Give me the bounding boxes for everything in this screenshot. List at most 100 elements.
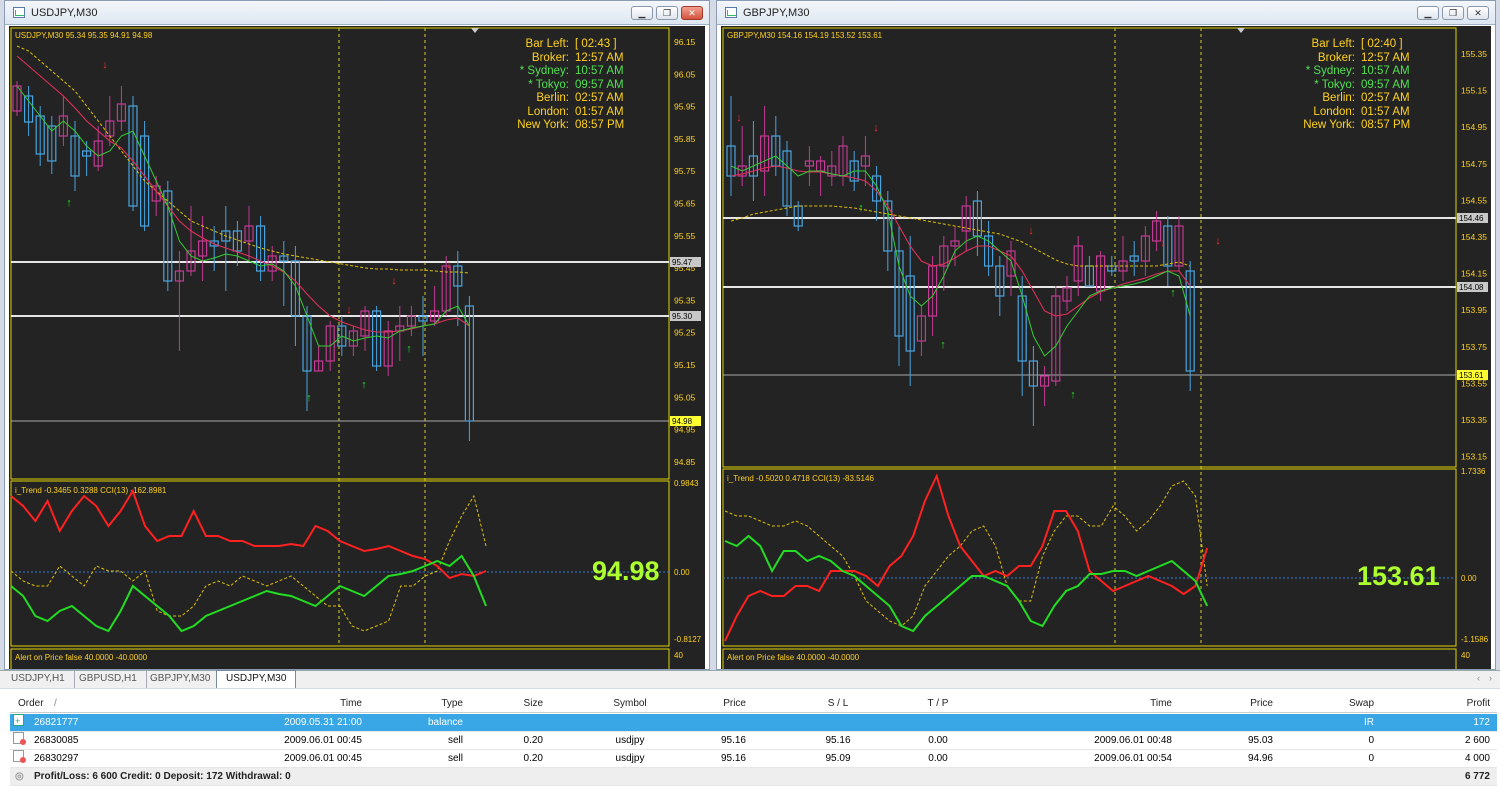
minimize-icon[interactable]: ▁	[631, 6, 653, 20]
clock-row: London: 01:57 AM	[1261, 106, 1425, 120]
clock-row: New York: 08:57 PM	[1261, 119, 1425, 133]
tab-usdjpy-m30[interactable]: USDJPY,M30	[216, 670, 297, 688]
table-cell: 26821777	[34, 717, 79, 728]
clock-row: Berlin: 02:57 AM	[475, 92, 639, 106]
chart-window-usdjpy[interactable]: USDJPY,M30 ▁ ❐ ✕ USDJPY,M30 95.34 95.35 …	[4, 0, 710, 670]
cci-line	[10, 494, 487, 632]
tab-gbpjpy-m30[interactable]: GBPJPY,M30	[141, 671, 221, 688]
up-arrow-icon: ↑	[1170, 287, 1176, 299]
col-tp[interactable]: T / P	[910, 695, 966, 713]
price-axis-label: 95.75	[674, 166, 696, 176]
ma-fast-line	[730, 155, 1191, 357]
table-cell: 0	[1368, 753, 1374, 764]
col-order[interactable]: Order	[18, 695, 44, 713]
clock-row: Bar Left: [ 02:40 ]	[1261, 38, 1425, 52]
tab-scroll-left-icon[interactable]: ‹	[1477, 673, 1480, 683]
restore-icon[interactable]: ❐	[656, 6, 678, 20]
table-cell: 2009.06.01 00:45	[284, 753, 362, 764]
clock-value: 12:57 AM	[575, 51, 624, 64]
minimize-icon[interactable]: ▁	[1417, 6, 1439, 20]
col-close-time[interactable]: Time	[1070, 695, 1172, 713]
clock-label: Bar Left:	[1311, 38, 1355, 50]
trend-red-line	[10, 488, 487, 580]
up-arrow-icon: ↑	[406, 343, 412, 355]
clock-value: 09:57 AM	[575, 78, 624, 91]
tab-usdjpy-h1[interactable]: USDJPY,H1	[2, 671, 75, 688]
indicator-axis-label: 1.7336	[1461, 467, 1486, 476]
table-row[interactable]: +26821777 2009.05.31 21:00 balance IR 172	[10, 714, 1497, 732]
clock-label: Berlin:	[1322, 92, 1355, 104]
col-size[interactable]: Size	[490, 695, 543, 713]
clock-value: 08:57 PM	[575, 119, 625, 131]
clock-row: * Sydney: 10:57 AM	[1261, 65, 1425, 79]
window-titlebar[interactable]: USDJPY,M30 ▁ ❐ ✕	[5, 1, 709, 25]
price-axis-label: 95.35	[674, 295, 696, 305]
ma-slow-line	[730, 165, 1191, 317]
chart-window-gbpjpy[interactable]: GBPJPY,M30 ▁ ❐ ✕ GBPJPY,M30 154.16 154.1…	[716, 0, 1496, 670]
price-axis-label: 95.85	[674, 134, 696, 144]
close-icon[interactable]: ✕	[1467, 6, 1489, 20]
table-row[interactable]: 26830297 2009.06.01 00:45 sell 0.20 usdjpy 95…	[10, 750, 1497, 768]
restore-icon[interactable]: ❐	[1442, 6, 1464, 20]
shift-marker	[1237, 28, 1245, 33]
col-type[interactable]: Type	[400, 695, 463, 713]
price-axis-label: 153.15	[1461, 452, 1487, 462]
table-cell: 0	[1368, 735, 1374, 746]
close-icon[interactable]: ✕	[681, 6, 703, 20]
clock-label: * Tokyo:	[528, 78, 569, 91]
clock-label: * Sydney:	[1305, 65, 1355, 77]
alert-label: Alert on Price false 40.0000 -40.0000	[15, 653, 148, 662]
down-arrow-icon: ↓	[736, 112, 742, 124]
ma-slow-line	[16, 55, 470, 333]
up-arrow-icon: ↑	[66, 197, 72, 209]
sort-icon: /	[54, 698, 57, 709]
chart-window-icon	[725, 7, 737, 18]
chart-header: GBPJPY,M30 154.16 154.19 153.52 153.61	[727, 31, 883, 40]
col-profit[interactable]: Profit	[1430, 695, 1490, 713]
clock-label: New York:	[1303, 119, 1355, 131]
up-arrow-icon: ↑	[1070, 389, 1076, 401]
price-axis-label: 96.05	[674, 69, 696, 79]
price-axis-label: 94.95	[674, 425, 696, 435]
price-chart[interactable]: USDJPY,M30 95.34 95.35 94.91 94.98 96.15 9…	[9, 26, 705, 669]
col-time[interactable]: Time	[260, 695, 362, 713]
trend-red-line	[724, 473, 1209, 642]
col-sl[interactable]: S / L	[810, 695, 866, 713]
table-cell: 95.03	[1247, 735, 1273, 746]
col-price[interactable]: Price	[700, 695, 746, 713]
table-cell: 2 600	[1464, 735, 1490, 746]
price-axis-label: 96.15	[674, 37, 696, 47]
clock-value: 10:57 AM	[1361, 65, 1410, 77]
table-cell: usdjpy	[615, 735, 645, 746]
price-axis-label: 155.15	[1461, 86, 1487, 96]
trend-green-line	[10, 554, 487, 633]
col-symbol[interactable]: Symbol	[590, 695, 670, 713]
down-arrow-icon: ↓	[446, 259, 452, 271]
chart-header: USDJPY,M30 95.34 95.35 94.91 94.98	[15, 31, 153, 40]
big-price: 153.61	[1357, 561, 1440, 591]
indicator-pane-border	[722, 468, 1457, 647]
tab-scroll-right-icon[interactable]: ›	[1489, 673, 1492, 683]
down-arrow-icon: ↓	[391, 275, 397, 287]
table-cell: 95.16	[720, 735, 746, 746]
down-arrow-icon: ↓	[346, 304, 352, 316]
up-arrow-icon: ↑	[306, 392, 312, 404]
window-titlebar[interactable]: GBPJPY,M30 ▁ ❐ ✕	[717, 1, 1495, 25]
clock-row: * Sydney: 10:57 AM	[475, 65, 639, 79]
price-axis-label: 95.55	[674, 231, 696, 241]
price-axis-label: 94.85	[674, 457, 696, 467]
price-axis-label: 95.15	[674, 360, 696, 370]
table-row[interactable]: 26830085 2009.06.01 00:45 sell 0.20 usdjpy 95…	[10, 732, 1497, 750]
tab-gbpusd-h1[interactable]: GBPUSD,H1	[70, 671, 147, 688]
col-close-price[interactable]: Price	[1220, 695, 1273, 713]
indicator-axis-label: -1.1586	[1461, 635, 1489, 644]
price-chart[interactable]: GBPJPY,M30 154.16 154.19 153.52 153.61 15…	[721, 26, 1491, 669]
col-swap[interactable]: Swap	[1310, 695, 1374, 713]
current-price-tag-label: 153.61	[1459, 371, 1484, 380]
table-cell: sell	[447, 753, 463, 764]
price-axis-label: 155.35	[1461, 49, 1487, 59]
table-header: Order / Time Type Size Symbol Price S / …	[10, 695, 1497, 713]
clock-label: Broker:	[1317, 51, 1355, 64]
clock-row: Broker: 12:57 AM	[1261, 52, 1425, 66]
clock-row: London: 01:57 AM	[475, 106, 639, 120]
